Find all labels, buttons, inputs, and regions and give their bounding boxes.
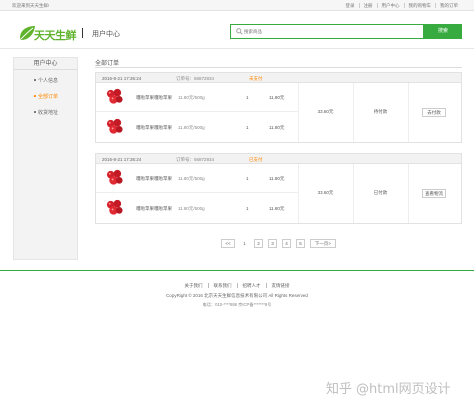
pager-page-5[interactable]: 5 <box>296 239 305 248</box>
header-divider <box>82 28 83 38</box>
apple-product-image[interactable] <box>105 198 124 217</box>
footer-links: 关于我们 联系我们 招聘人才 友情链接 <box>0 283 474 288</box>
order-goods-row: 嘎啦苹果嘎啦苹果 11.80元/500g 1 11.80元 <box>96 83 298 112</box>
goods-subtotal: 11.80元 <box>269 206 285 211</box>
order-number: 订单号：56872934 <box>176 156 215 162</box>
watermark-author: @html网页设计 <box>356 382 451 397</box>
copyright-text: CopyRight © 2016 北京天天生鲜信息技术有限公司 All Righ… <box>166 293 308 298</box>
header-divider-line <box>0 48 474 49</box>
goods-quantity: 1 <box>246 206 249 211</box>
watermark-site: 知乎 <box>326 382 353 397</box>
pay-button[interactable]: 去付款 <box>422 108 446 117</box>
payment-state: 已付款 <box>373 190 388 195</box>
section-divider <box>95 67 462 68</box>
pager-prev-button[interactable]: << <box>221 239 235 248</box>
watermark: 知乎 @html网页设计 <box>326 378 455 397</box>
column-divider <box>408 164 409 223</box>
sidebar-title: 用户中心 <box>14 58 77 70</box>
pager-page-3[interactable]: 3 <box>268 239 277 248</box>
order-date: 2016-8-21 17:36:24 <box>102 75 142 81</box>
my-orders-link[interactable]: 我的订单 <box>435 3 462 8</box>
apple-product-image[interactable] <box>105 117 124 136</box>
goods-quantity: 1 <box>246 125 249 130</box>
contact-phone: 电话：010-****888 京ICP备*******8号 <box>202 302 272 307</box>
section-title: 全部订单 <box>95 61 120 67</box>
goods-subtotal: 11.80元 <box>269 125 285 130</box>
page-title: 用户中心 <box>92 31 120 38</box>
goods-quantity: 1 <box>246 176 249 181</box>
order-body: 嘎啦苹果嘎啦苹果 11.80元/500g 1 11.80元 嘎啦苹果嘎啦苹果 1… <box>96 164 461 223</box>
footer-link-jobs[interactable]: 招聘人才 <box>236 283 266 288</box>
top-links: 登录 注册 用户中心 我的购物车 我的订单 <box>342 3 463 8</box>
goods-subtotal: 11.80元 <box>269 176 285 181</box>
pager-page-1[interactable]: 1 <box>240 239 249 248</box>
pager-page-2[interactable]: 2 <box>254 239 263 248</box>
search-button[interactable]: 搜索 <box>424 24 462 39</box>
search-icon <box>236 28 243 35</box>
column-divider <box>408 83 409 142</box>
goods-subtotal: 11.80元 <box>269 95 285 100</box>
goods-price: 11.80元/500g <box>178 206 205 211</box>
welcome-text: 欢迎来到天天生鲜! <box>12 3 50 8</box>
sidebar: 用户中心 个人信息 全部订单 收货地址 <box>13 57 78 260</box>
view-logistics-button[interactable]: 查看物流 <box>422 189 446 198</box>
user-center-link[interactable]: 用户中心 <box>376 3 404 8</box>
order-header: 2016-8-21 17:36:24 订单号：56872934 已支付 <box>96 154 461 164</box>
goods-quantity: 1 <box>246 95 249 100</box>
order-number: 订单号：56872934 <box>176 75 215 81</box>
pager-page-4[interactable]: 4 <box>282 239 291 248</box>
brand-logo[interactable]: 天天生鲜 <box>18 22 77 44</box>
cart-link[interactable]: 我的购物车 <box>403 3 436 8</box>
brand-name: 天天生鲜 <box>34 29 77 42</box>
goods-price: 11.80元/500g <box>178 176 205 181</box>
goods-name[interactable]: 嘎啦苹果嘎啦苹果 <box>136 176 172 182</box>
goods-name[interactable]: 嘎啦苹果嘎啦苹果 <box>136 206 172 212</box>
register-link[interactable]: 注册 <box>358 3 377 8</box>
footer-link-about[interactable]: 关于我们 <box>180 283 208 288</box>
top-bar: 欢迎来到天天生鲜! 登录 注册 用户中心 我的购物车 我的订单 <box>0 0 474 11</box>
order-date: 2016-8-21 17:36:24 <box>102 156 142 162</box>
apple-product-image[interactable] <box>105 168 124 187</box>
order-goods-row: 嘎啦苹果嘎啦苹果 11.80元/500g 1 11.80元 <box>96 113 298 142</box>
order-card: 2016-8-21 17:36:24 订单号：56872934 未支付 嘎啦苹果… <box>95 72 462 143</box>
order-card: 2016-8-21 17:36:24 订单号：56872934 已支付 嘎啦苹果… <box>95 153 462 224</box>
sidebar-item-address[interactable]: 收货地址 <box>33 109 58 116</box>
login-link[interactable]: 登录 <box>342 3 359 8</box>
sidebar-item-profile[interactable]: 个人信息 <box>33 77 58 84</box>
goods-price: 11.80元/500g <box>178 125 205 130</box>
pager-next-button[interactable]: 下一页> <box>310 239 336 248</box>
sidebar-item-orders[interactable]: 全部订单 <box>33 93 58 100</box>
footer-link-contact[interactable]: 联系我们 <box>207 283 237 288</box>
order-status: 已支付 <box>249 156 263 162</box>
order-total: 33.60元 <box>317 109 334 114</box>
payment-state: 待付款 <box>373 109 388 114</box>
order-status: 未支付 <box>249 75 263 81</box>
pagination: << 1 2 3 4 5 下一页> <box>221 239 341 248</box>
apple-product-image[interactable] <box>105 87 124 106</box>
order-total: 33.60元 <box>317 190 334 195</box>
footer-divider <box>0 270 474 271</box>
search-input[interactable] <box>244 26 420 37</box>
goods-price: 11.80元/500g <box>178 95 205 100</box>
goods-name[interactable]: 嘎啦苹果嘎啦苹果 <box>136 95 172 101</box>
footer-link-friends[interactable]: 友情链接 <box>265 283 295 288</box>
order-body: 嘎啦苹果嘎啦苹果 11.80元/500g 1 11.80元 嘎啦苹果嘎啦苹果 1… <box>96 83 461 142</box>
order-goods-row: 嘎啦苹果嘎啦苹果 11.80元/500g 1 11.80元 <box>96 194 298 223</box>
order-goods-row: 嘎啦苹果嘎啦苹果 11.80元/500g 1 11.80元 <box>96 164 298 193</box>
order-header: 2016-8-21 17:36:24 订单号：56872934 未支付 <box>96 73 461 83</box>
goods-name[interactable]: 嘎啦苹果嘎啦苹果 <box>136 125 172 131</box>
